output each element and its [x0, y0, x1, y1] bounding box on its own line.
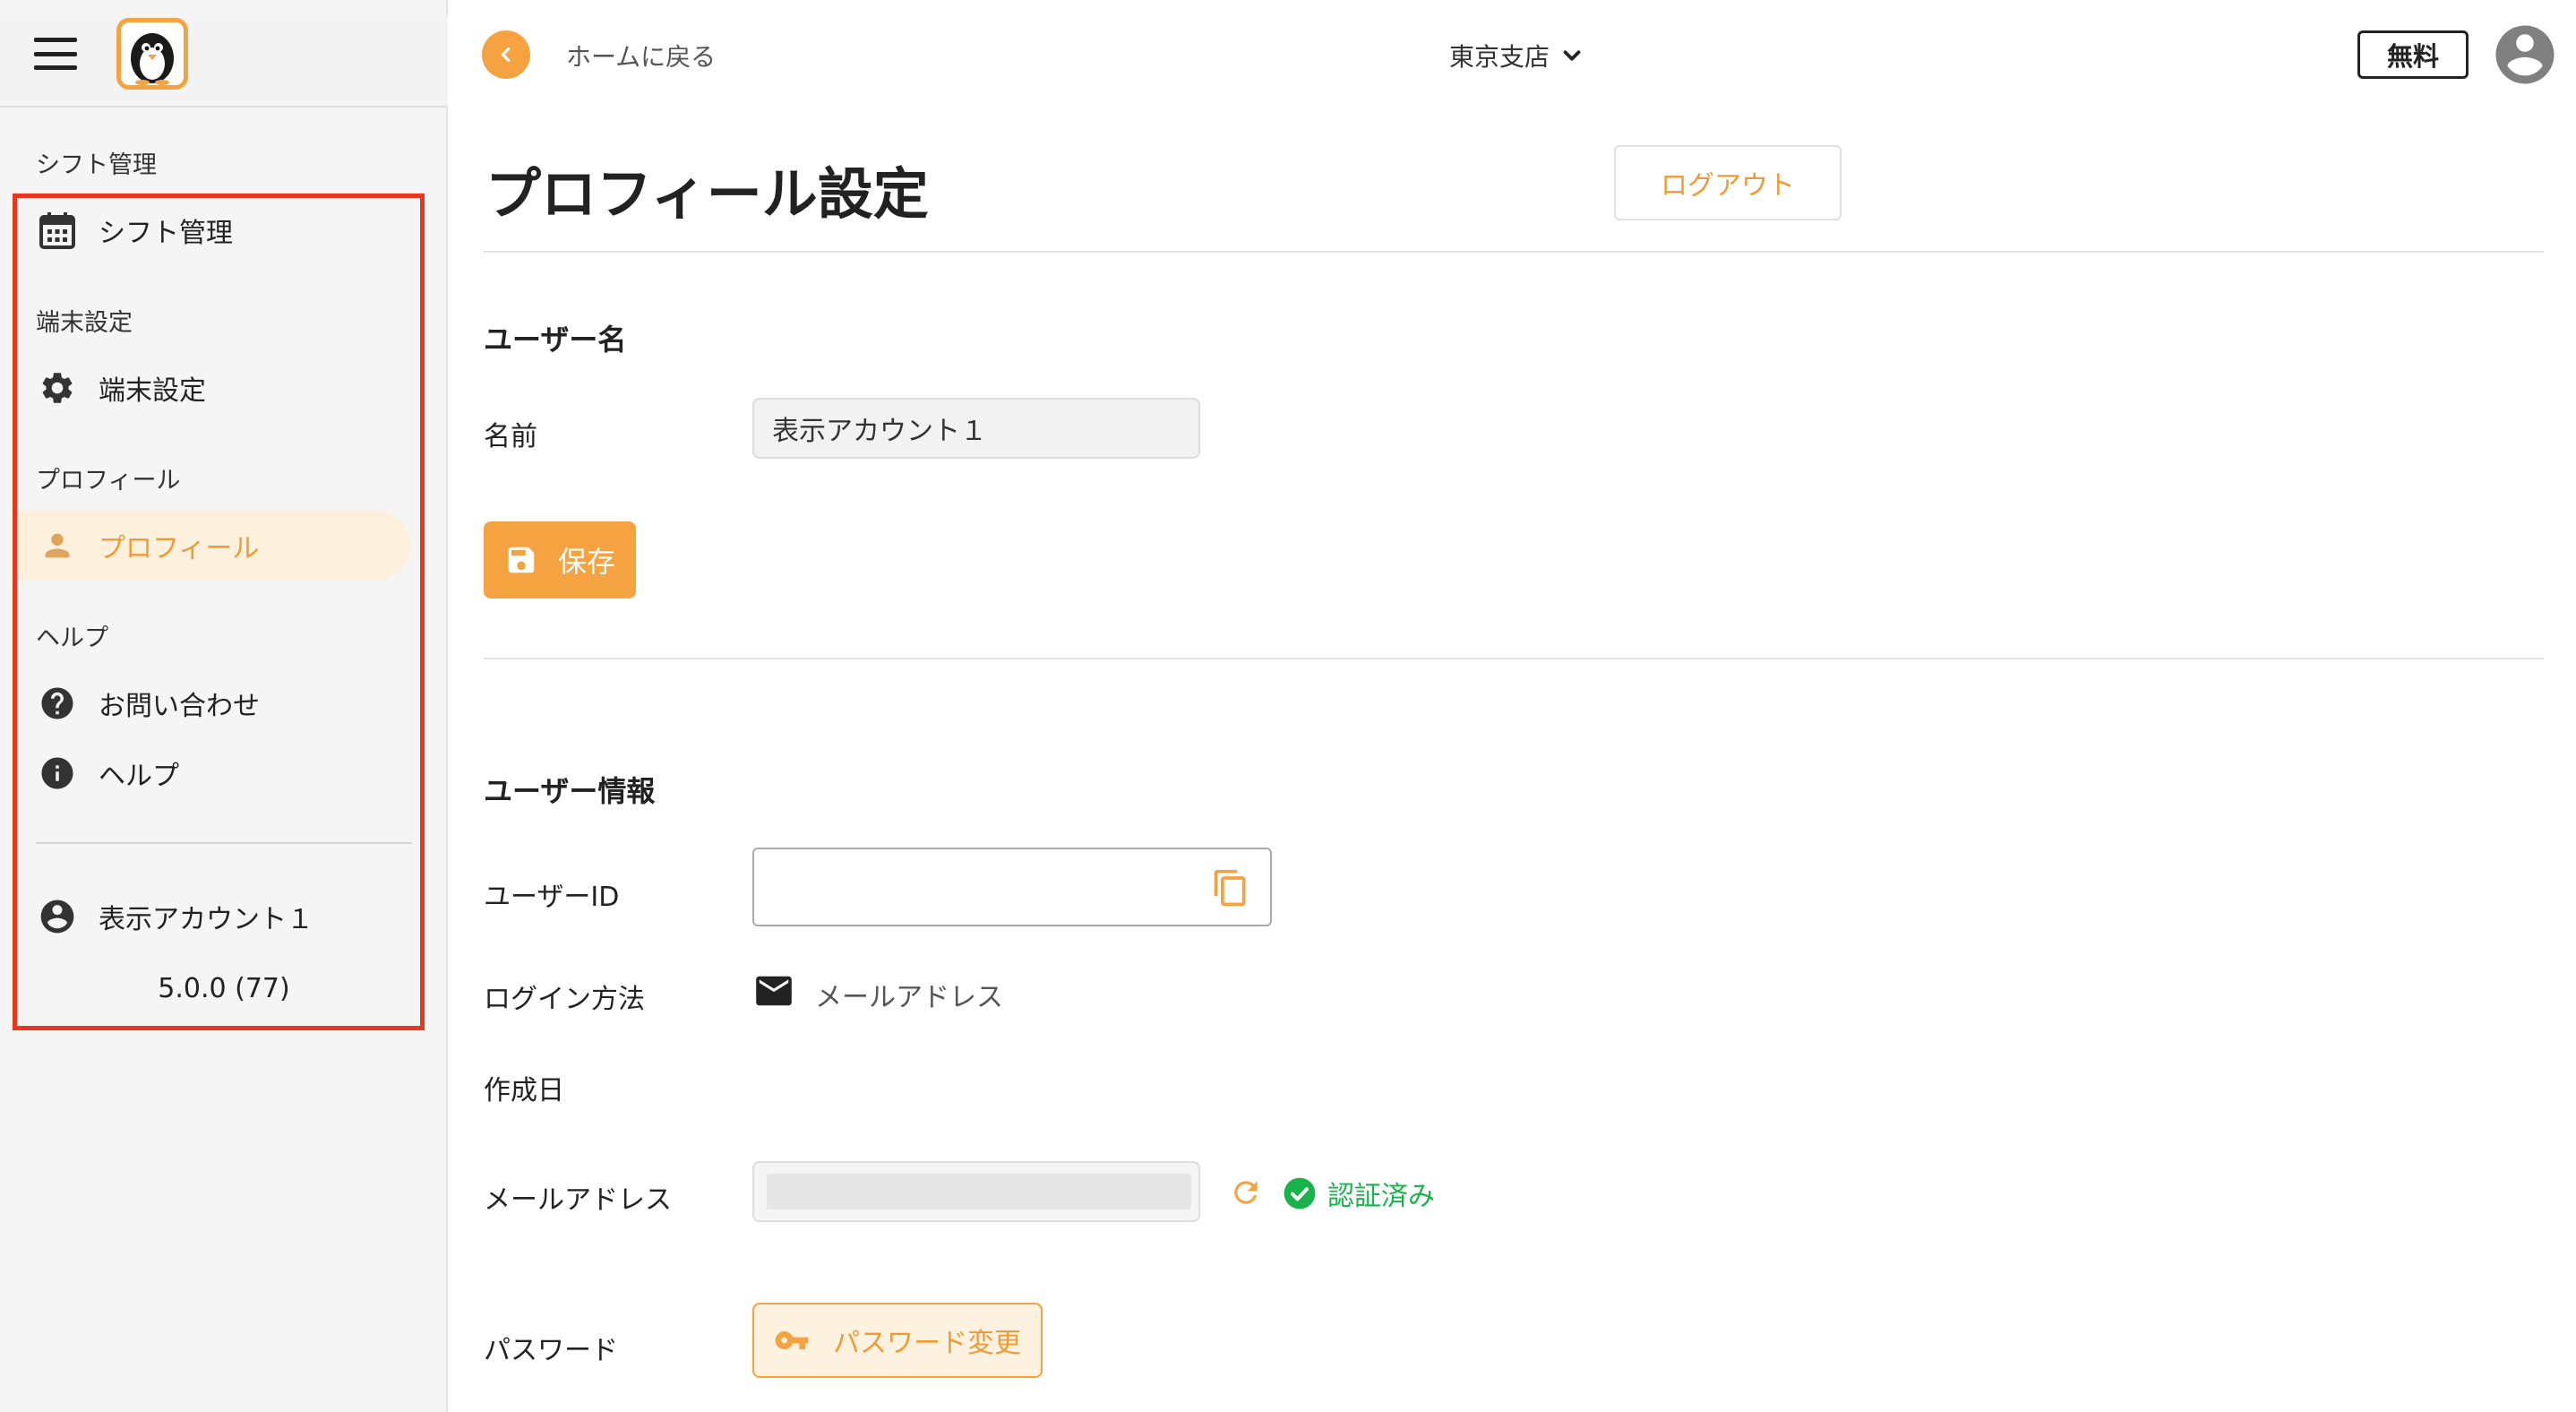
section-title-username: ユーザー名 — [484, 323, 627, 357]
back-link[interactable]: ホームに戻る — [566, 38, 716, 73]
sidebar-item-account[interactable]: 表示アカウント１ — [16, 882, 410, 951]
page-title: プロフィール設定 — [485, 161, 929, 227]
created-date-label: 作成日 — [484, 1075, 564, 1106]
sidebar-item-label: プロフィール — [99, 533, 260, 564]
name-label: 名前 — [484, 421, 537, 452]
section-label-shift: シフト管理 — [36, 151, 157, 179]
branch-selector[interactable]: 東京支店 — [1449, 38, 1585, 73]
section-divider — [484, 658, 2544, 659]
chevron-left-icon — [501, 47, 511, 63]
save-icon — [508, 547, 535, 573]
sidebar-separator — [36, 842, 412, 844]
account-name: 表示アカウント１ — [99, 904, 313, 935]
chevron-down-icon — [1563, 50, 1581, 61]
login-method-value: メールアドレス — [815, 982, 1003, 1013]
app-version: 5.0.0 (77) — [158, 973, 290, 1004]
branch-name: 東京支店 — [1449, 42, 1550, 72]
email-label: メールアドレス — [484, 1184, 672, 1216]
section-label-profile: プロフィール — [36, 467, 181, 495]
account-circle-icon — [38, 897, 77, 936]
sidebar: シフト管理 シフト管理 端末設定 端末設定 プロフィール プロフィール ヘルプ … — [0, 0, 448, 1412]
copy-icon[interactable] — [1211, 865, 1254, 912]
sidebar-divider — [0, 106, 448, 108]
userid-field[interactable] — [752, 848, 1272, 926]
sidebar-item-label: シフト管理 — [99, 218, 233, 249]
sidebar-item-profile[interactable]: プロフィール — [16, 511, 410, 581]
title-divider — [484, 251, 2544, 253]
info-icon — [38, 753, 77, 793]
app-logo — [116, 18, 188, 90]
section-label-device: 端末設定 — [36, 309, 133, 337]
save-label: 保存 — [557, 545, 615, 579]
person-icon — [38, 526, 77, 565]
calendar-icon — [38, 211, 77, 250]
refresh-icon[interactable] — [1229, 1175, 1263, 1210]
sidebar-item-label: 端末設定 — [99, 375, 206, 407]
verified-label: 認証済み — [1327, 1181, 1435, 1212]
plan-badge[interactable]: 無料 — [2357, 30, 2469, 79]
email-field[interactable] — [752, 1161, 1200, 1222]
sidebar-item-device[interactable]: 端末設定 — [16, 353, 410, 423]
sidebar-item-label: お問い合わせ — [99, 691, 260, 722]
sidebar-item-contact[interactable]: お問い合わせ — [16, 668, 410, 738]
sidebar-item-shift[interactable]: シフト管理 — [16, 195, 410, 265]
gear-icon — [38, 368, 77, 408]
password-label: パスワード — [484, 1335, 618, 1366]
email-redacted — [767, 1174, 1191, 1210]
logout-button[interactable]: ログアウト — [1614, 145, 1842, 220]
login-method-label: ログイン方法 — [484, 984, 645, 1015]
sidebar-item-label: ヘルプ — [99, 761, 179, 792]
help-circle-icon — [38, 684, 77, 723]
mail-icon — [754, 975, 794, 1007]
user-avatar-icon[interactable] — [2490, 20, 2560, 90]
save-button[interactable]: 保存 — [484, 521, 636, 598]
key-icon — [775, 1331, 809, 1349]
check-circle-icon — [1284, 1177, 1316, 1210]
back-button[interactable] — [482, 30, 530, 79]
sidebar-item-help[interactable]: ヘルプ — [16, 738, 410, 808]
userid-label: ユーザーID — [484, 882, 620, 913]
change-password-label: パスワード変更 — [833, 1328, 1021, 1359]
section-label-help: ヘルプ — [36, 624, 108, 652]
section-title-userinfo: ユーザー情報 — [484, 774, 656, 808]
menu-icon[interactable] — [34, 38, 77, 70]
name-field[interactable]: 表示アカウント１ — [752, 398, 1200, 459]
change-password-button[interactable]: パスワード変更 — [752, 1303, 1043, 1378]
verified-status: 認証済み — [1283, 1174, 1435, 1213]
